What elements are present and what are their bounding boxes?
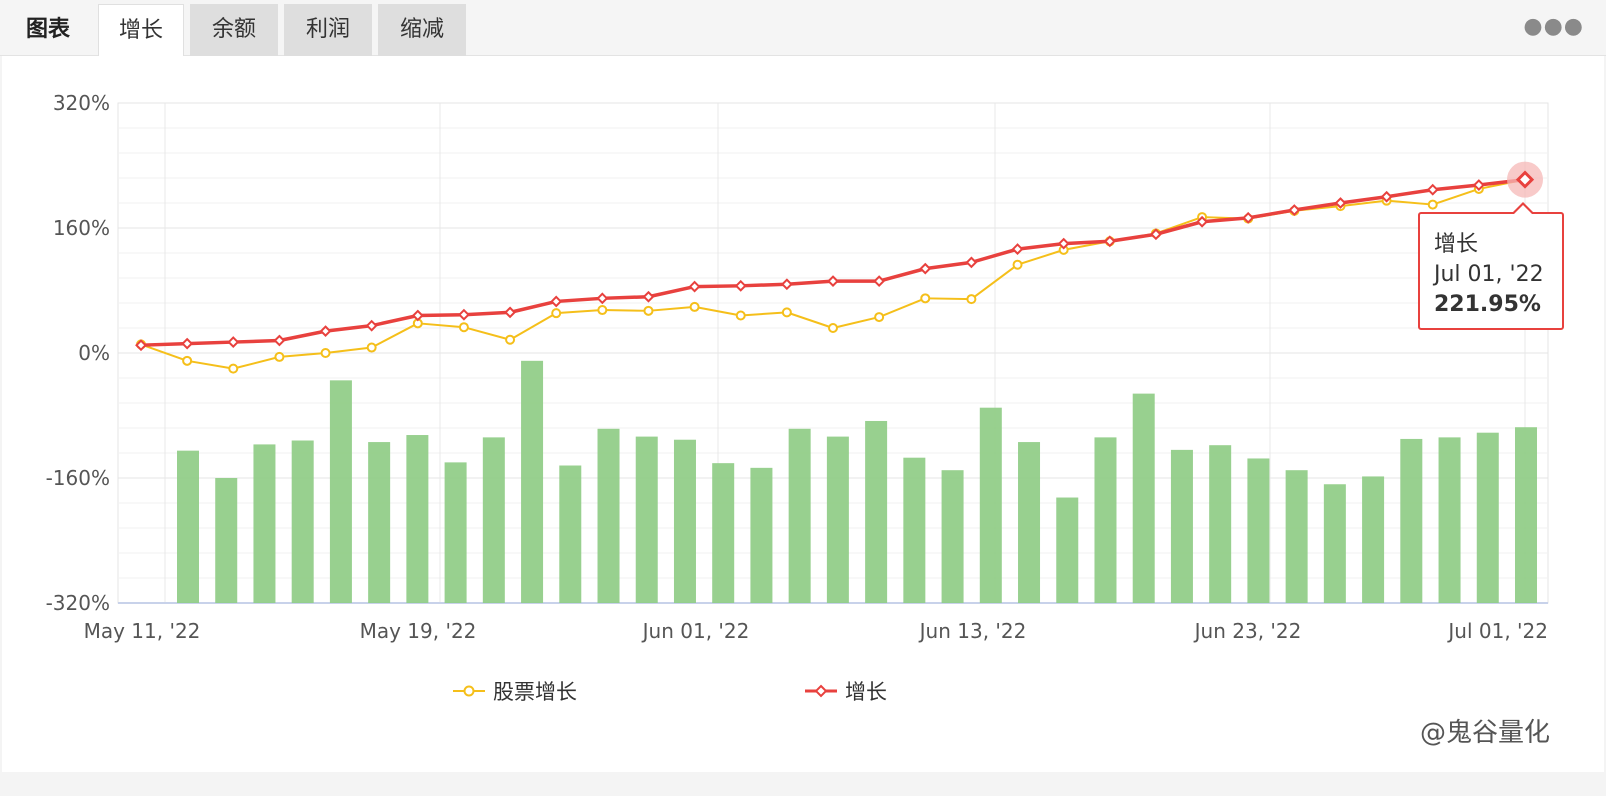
stock-growth-point (505, 334, 516, 345)
bar (1400, 438, 1423, 603)
bar (559, 465, 582, 603)
bar (291, 440, 314, 603)
legend-label: 股票增长 (493, 680, 577, 704)
bar (444, 462, 467, 603)
stock-growth-point (828, 323, 838, 333)
chart-svg: 320% 160% 0% -160% -320% May 11, '22 May 19, '… (46, 91, 1549, 704)
chart-tooltip: 增长 Jul 01, '22 221.95% (1418, 202, 1564, 330)
stock-growth-point (874, 312, 885, 323)
bar (1323, 484, 1346, 603)
tooltip-value: 221.95% (1434, 292, 1541, 317)
y-tick-label: 320% (53, 91, 110, 115)
x-tick-label: Jul 01, '22 (1446, 619, 1548, 643)
y-tick-label: 160% (53, 216, 110, 240)
bar (1056, 497, 1079, 603)
y-tick-label: 0% (78, 341, 110, 365)
stock-growth-point (735, 310, 746, 321)
bar (865, 420, 888, 603)
bar (635, 436, 658, 603)
stock-growth-point (689, 301, 700, 312)
bar (253, 444, 276, 603)
bar (903, 457, 926, 603)
legend-label: 增长 (845, 680, 887, 704)
x-tick-label: Jun 01, '22 (641, 619, 750, 643)
stock-growth-point (551, 308, 562, 319)
bar (1476, 432, 1499, 603)
bar (979, 407, 1002, 603)
bar (788, 428, 811, 603)
stock-growth-point (781, 307, 792, 318)
stock-growth-point (320, 348, 331, 358)
bar (1170, 449, 1193, 603)
bar (1515, 427, 1537, 603)
x-tick-label: Jun 23, '22 (1193, 619, 1302, 643)
bar (1132, 393, 1155, 603)
x-tick-label: May 11, '22 (84, 619, 201, 643)
legend-marker (814, 684, 828, 698)
bar (750, 467, 773, 603)
x-tick-label: May 19, '22 (360, 619, 477, 643)
bar (597, 428, 620, 603)
bar (1018, 442, 1041, 603)
bar (1285, 470, 1308, 603)
stock-growth-point (458, 322, 469, 333)
bar (329, 380, 352, 603)
bar (941, 470, 964, 603)
bar (177, 450, 199, 603)
legend-marker (463, 685, 475, 697)
stock-growth-point (920, 293, 931, 304)
y-tick-label: -320% (46, 591, 110, 615)
bar (521, 360, 544, 603)
bar (215, 478, 238, 603)
stock-growth-point (597, 305, 608, 316)
x-tick-label: Jun 13, '22 (918, 619, 1027, 643)
stock-growth-point (182, 355, 193, 366)
bar (482, 437, 505, 603)
bar (406, 435, 429, 603)
y-tick-label: -160% (46, 466, 110, 490)
stock-growth-point (1012, 259, 1023, 270)
stock-growth-point (643, 305, 654, 316)
bar (1247, 458, 1270, 603)
bar (712, 463, 735, 603)
tooltip-date: Jul 01, '22 (1434, 262, 1544, 287)
bar (826, 436, 849, 603)
bar (1094, 437, 1117, 603)
tooltip-series: 增长 (1434, 232, 1479, 257)
stock-growth-point (1427, 199, 1438, 210)
watermark: @鬼谷量化 (1419, 718, 1550, 748)
stock-growth-point (274, 351, 285, 362)
bar (1438, 437, 1461, 603)
bar (1362, 476, 1385, 603)
bar (673, 439, 696, 603)
bar (368, 442, 391, 603)
bar (1209, 445, 1232, 603)
stock-growth-point (966, 294, 977, 305)
stock-growth-point (366, 342, 377, 353)
stock-growth-point (228, 363, 239, 374)
